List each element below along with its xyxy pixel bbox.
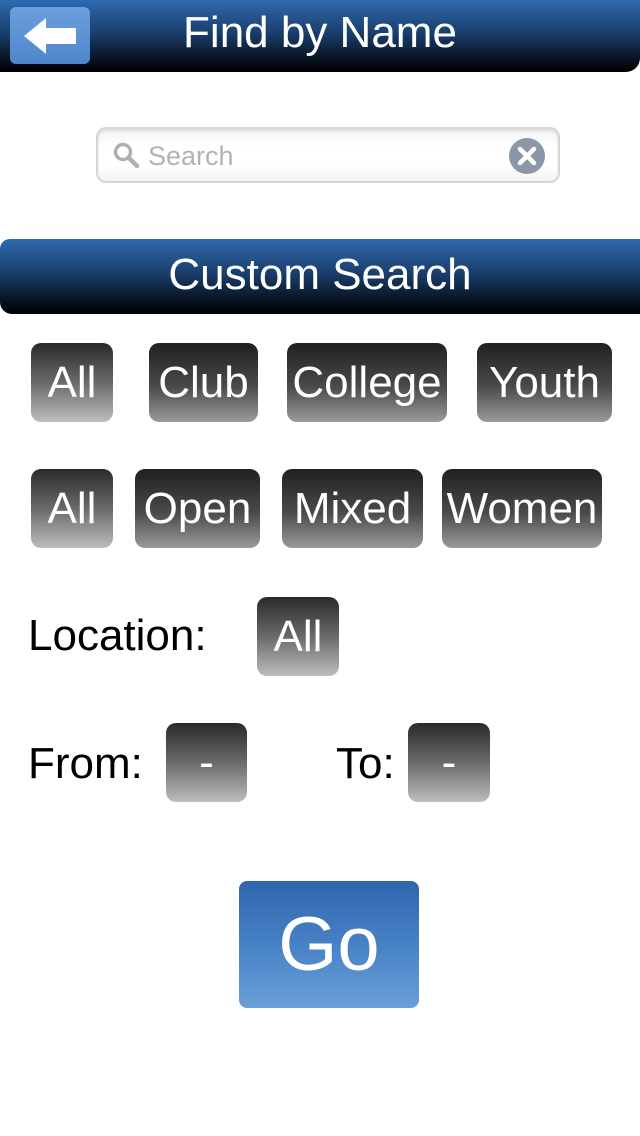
- from-label: From:: [28, 739, 143, 788]
- search-field[interactable]: [96, 127, 560, 183]
- find-by-name-screen: Find by Name Custom Search All Club Coll…: [0, 0, 640, 1136]
- gender-filter-mixed[interactable]: Mixed: [282, 469, 423, 548]
- location-selector[interactable]: All: [257, 597, 339, 676]
- division-filter-college[interactable]: College: [287, 343, 447, 422]
- from-selector[interactable]: -: [166, 723, 247, 802]
- custom-search-bar: Custom Search: [0, 239, 640, 314]
- gender-filter-women[interactable]: Women: [442, 469, 602, 548]
- to-selector[interactable]: -: [408, 723, 490, 802]
- gender-filter-open[interactable]: Open: [135, 469, 260, 548]
- gender-filter-all[interactable]: All: [31, 469, 113, 548]
- division-filter-all[interactable]: All: [31, 343, 113, 422]
- go-button[interactable]: Go: [239, 881, 419, 1008]
- to-label: To:: [336, 739, 395, 788]
- page-title: Find by Name: [183, 8, 457, 57]
- division-filter-club[interactable]: Club: [149, 343, 258, 422]
- back-button[interactable]: [10, 7, 90, 64]
- section-title: Custom Search: [168, 250, 472, 299]
- magnifier-icon: [113, 142, 140, 169]
- search-input[interactable]: [148, 138, 498, 174]
- arrow-left-icon: [24, 17, 76, 54]
- location-label: Location:: [28, 611, 207, 660]
- division-filter-youth[interactable]: Youth: [477, 343, 612, 422]
- header-bar: Find by Name: [0, 0, 640, 72]
- clear-circle-icon[interactable]: [508, 137, 546, 175]
